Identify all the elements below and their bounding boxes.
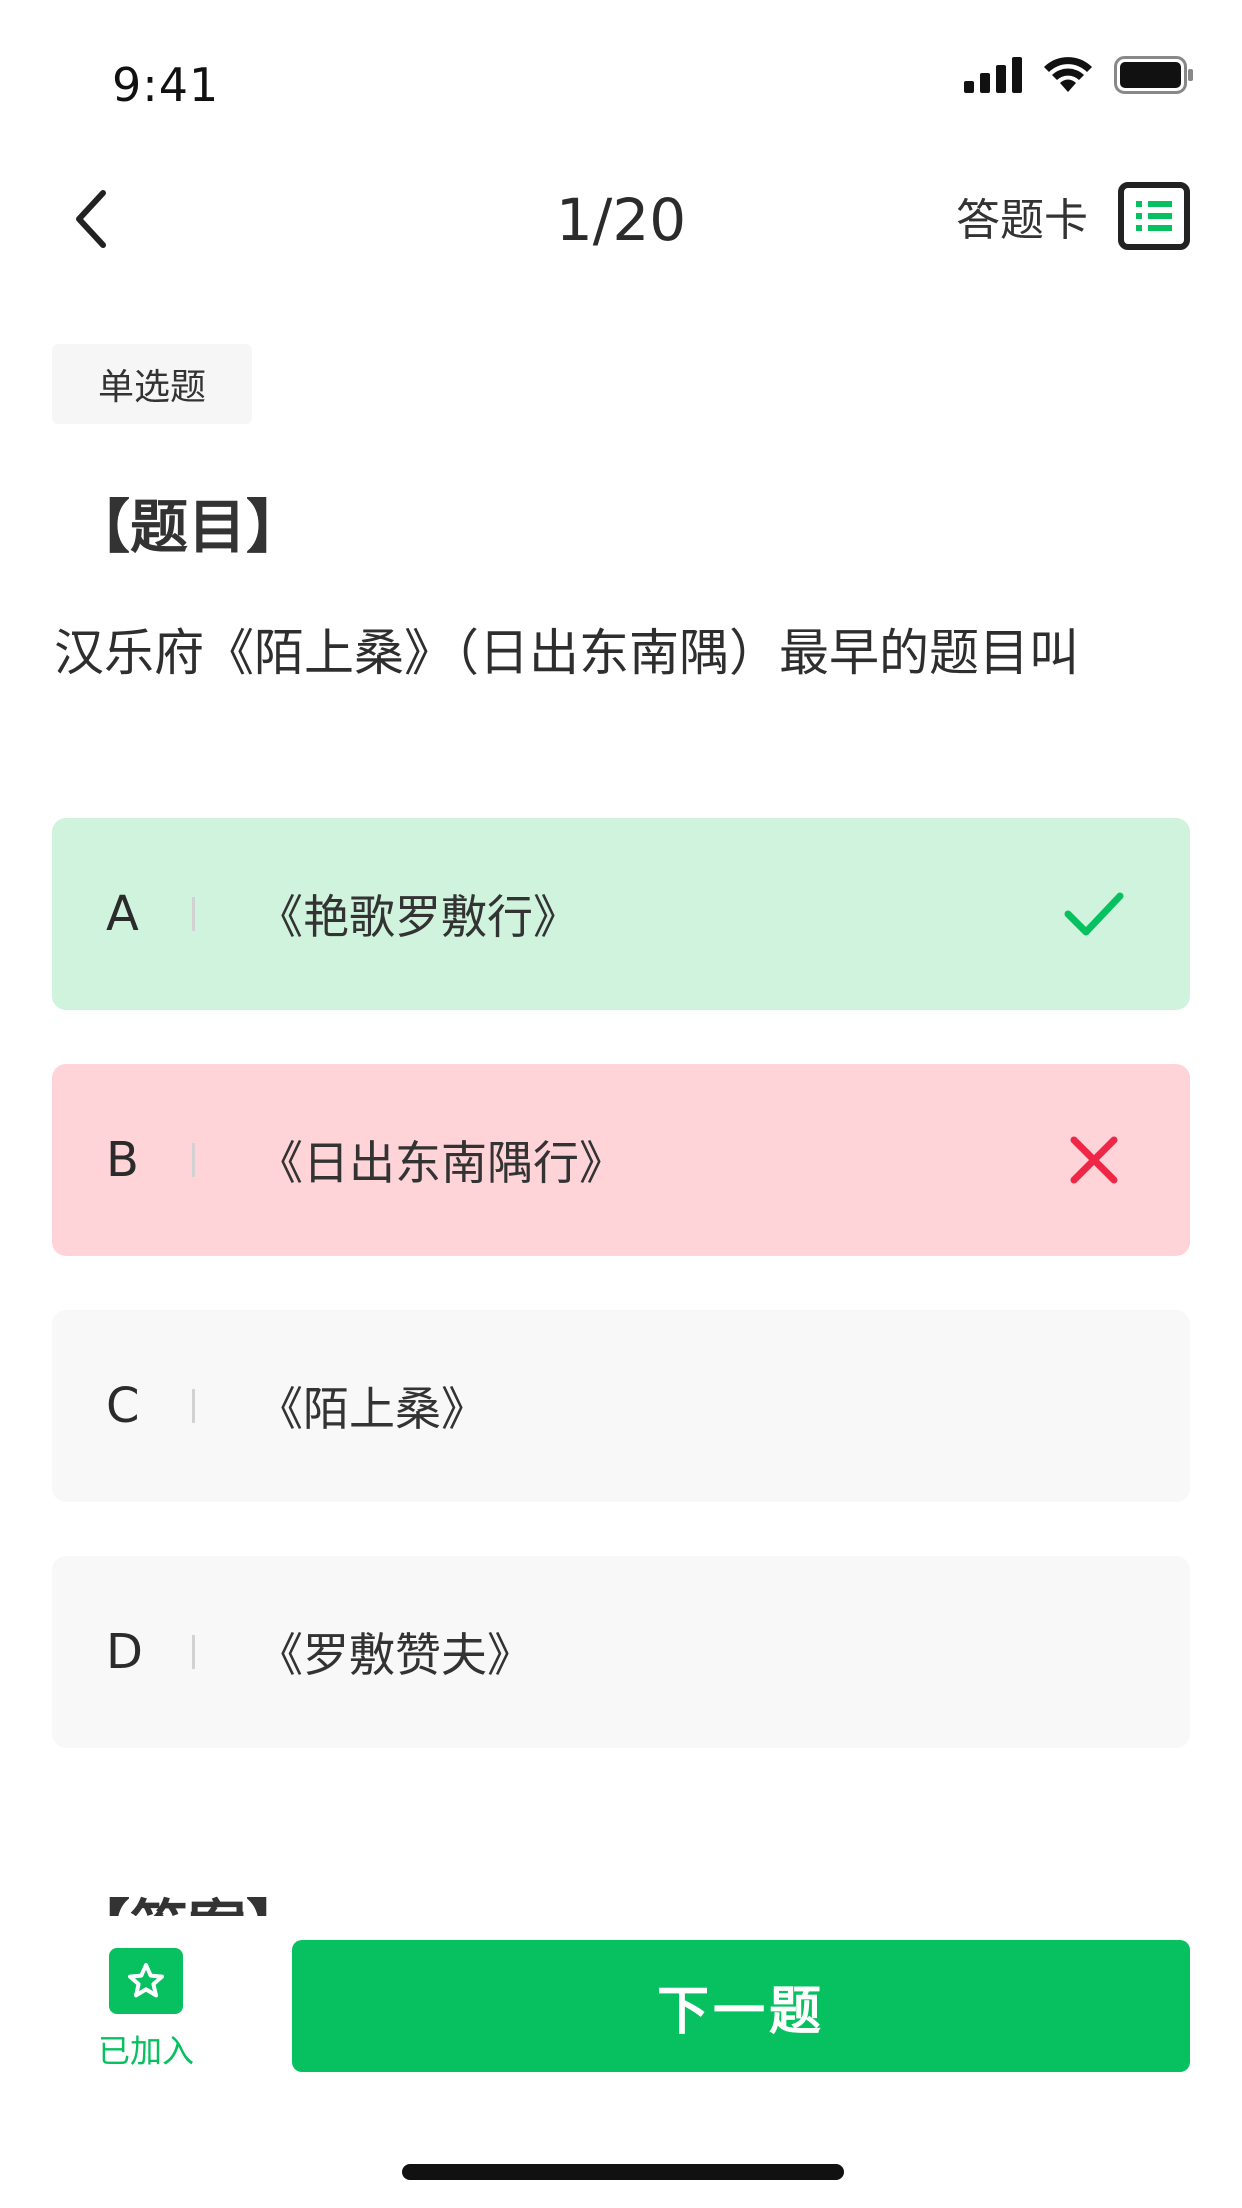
nav-bar: 1/20 答题卡 [0, 160, 1242, 280]
next-question-button[interactable]: 下一题 [292, 1940, 1190, 2072]
question-text: 汉乐府《陌上桑》（日出东南隅）最早的题目叫 [54, 624, 1079, 682]
answer-card-label: 答题卡 [956, 195, 1088, 246]
check-icon [1064, 892, 1124, 936]
cross-icon [1070, 1136, 1118, 1184]
battery-icon [1114, 56, 1193, 94]
signal-icon [964, 57, 1022, 93]
option-c[interactable]: C 《陌上桑》 [52, 1310, 1190, 1502]
option-text: 《日出东南隅行》 [257, 1136, 625, 1190]
option-a[interactable]: A 《艳歌罗敷行》 [52, 818, 1190, 1010]
option-text: 《罗敷赞夫》 [257, 1628, 533, 1682]
status-bar: 9:41 [0, 0, 1242, 132]
favorite-button[interactable]: 已加入 [90, 1948, 202, 2072]
option-text: 《艳歌罗敷行》 [257, 890, 579, 944]
home-indicator [402, 2164, 844, 2180]
question-type-tag: 单选题 [52, 344, 252, 424]
option-letter: A [106, 886, 139, 942]
options-list: A 《艳歌罗敷行》 B 《日出东南隅行》 C 《陌上桑》 D 《罗敷赞夫》 [52, 818, 1190, 1802]
option-b[interactable]: B 《日出东南隅行》 [52, 1064, 1190, 1256]
star-icon [109, 1948, 183, 2014]
wifi-icon [1044, 57, 1092, 92]
status-time: 9:41 [112, 58, 220, 112]
option-letter: B [106, 1132, 139, 1188]
favorite-label: 已加入 [97, 2032, 194, 2070]
status-icons [964, 56, 1194, 94]
question-section-title: 【题目】 [72, 493, 305, 561]
answer-card-button[interactable]: 答题卡 [956, 182, 1190, 250]
list-icon [1118, 182, 1190, 250]
option-text: 《陌上桑》 [257, 1382, 487, 1436]
option-letter: D [106, 1624, 143, 1680]
option-letter: C [106, 1378, 140, 1434]
option-d[interactable]: D 《罗敷赞夫》 [52, 1556, 1190, 1748]
